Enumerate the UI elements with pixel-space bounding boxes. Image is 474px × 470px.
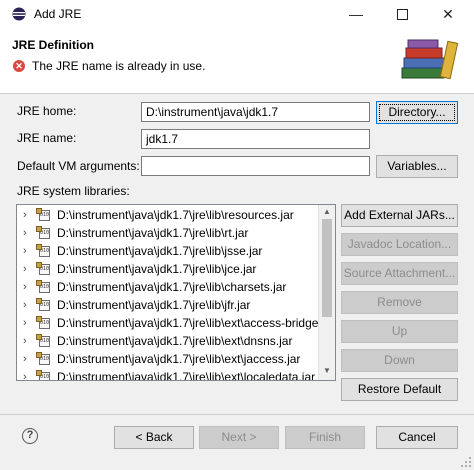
- close-button[interactable]: ✕: [425, 0, 471, 29]
- jre-home-label: JRE home:: [17, 104, 77, 118]
- vm-arguments-label: Default VM arguments:: [17, 159, 140, 173]
- list-item[interactable]: › 010 D:\instrument\java\jdk1.7\jre\lib\…: [17, 369, 317, 381]
- scroll-down-arrow-icon[interactable]: ▼: [323, 366, 331, 375]
- help-icon[interactable]: ?: [22, 428, 38, 444]
- list-item[interactable]: › 010 D:\instrument\java\jdk1.7\jre\lib\…: [17, 351, 317, 369]
- restore-default-button[interactable]: Restore Default: [341, 378, 458, 401]
- library-path: D:\instrument\java\jdk1.7\jre\lib\charse…: [57, 280, 287, 294]
- back-button[interactable]: < Back: [114, 426, 194, 449]
- resize-grip-icon[interactable]: [460, 456, 472, 468]
- list-item[interactable]: › 010 D:\instrument\java\jdk1.7\jre\lib\…: [17, 279, 317, 297]
- finish-button[interactable]: Finish: [285, 426, 365, 449]
- up-button[interactable]: Up: [341, 320, 458, 343]
- window-title: Add JRE: [34, 7, 82, 21]
- scroll-up-arrow-icon[interactable]: ▲: [323, 207, 331, 216]
- list-item[interactable]: › 010 D:\instrument\java\jdk1.7\jre\lib\…: [17, 261, 317, 279]
- books-icon: [401, 39, 459, 80]
- page-title: JRE Definition: [12, 38, 95, 52]
- footer-divider: [0, 414, 474, 415]
- jar-icon: 010: [36, 208, 50, 221]
- library-path: D:\instrument\java\jdk1.7\jre\lib\jce.ja…: [57, 262, 257, 276]
- list-item[interactable]: › 010 D:\instrument\java\jdk1.7\jre\lib\…: [17, 297, 317, 315]
- list-item[interactable]: › 010 D:\instrument\java\jdk1.7\jre\lib\…: [17, 243, 317, 261]
- scrollbar-thumb[interactable]: [322, 219, 332, 317]
- jar-icon: 010: [36, 298, 50, 311]
- variables-button[interactable]: Variables...: [376, 155, 458, 178]
- maximize-button[interactable]: [379, 0, 425, 29]
- minimize-button[interactable]: —: [333, 0, 379, 29]
- jre-home-field[interactable]: D:\instrument\java\jdk1.7: [141, 102, 370, 122]
- directory-button[interactable]: Directory...: [376, 101, 458, 124]
- source-attachment-button[interactable]: Source Attachment...: [341, 262, 458, 285]
- system-libraries-list[interactable]: › 010 D:\instrument\java\jdk1.7\jre\lib\…: [16, 204, 336, 381]
- expand-chevron-icon[interactable]: ›: [23, 227, 27, 239]
- expand-chevron-icon[interactable]: ›: [23, 263, 27, 275]
- expand-chevron-icon[interactable]: ›: [23, 281, 27, 293]
- list-item[interactable]: › 010 D:\instrument\java\jdk1.7\jre\lib\…: [17, 207, 317, 225]
- expand-chevron-icon[interactable]: ›: [23, 299, 27, 311]
- vm-arguments-field[interactable]: [141, 156, 370, 176]
- javadoc-location-button[interactable]: Javadoc Location...: [341, 233, 458, 256]
- library-path: D:\instrument\java\jdk1.7\jre\lib\rt.jar: [57, 226, 249, 240]
- expand-chevron-icon[interactable]: ›: [23, 353, 27, 365]
- jar-icon: 010: [36, 316, 50, 329]
- jar-icon: 010: [36, 334, 50, 347]
- title-bar: Add JRE — ✕: [0, 0, 474, 30]
- error-icon: ✕: [13, 60, 25, 72]
- library-path: D:\instrument\java\jdk1.7\jre\lib\resour…: [57, 208, 294, 222]
- jre-name-field[interactable]: jdk1.7: [141, 129, 370, 149]
- minimize-icon: —: [349, 6, 363, 22]
- jre-name-label: JRE name:: [17, 131, 77, 145]
- expand-chevron-icon[interactable]: ›: [23, 371, 27, 380]
- jar-icon: 010: [36, 262, 50, 275]
- system-libraries-label: JRE system libraries:: [17, 184, 130, 198]
- library-path: D:\instrument\java\jdk1.7\jre\lib\jsse.j…: [57, 244, 263, 258]
- cancel-button[interactable]: Cancel: [376, 426, 458, 449]
- library-path: D:\instrument\java\jdk1.7\jre\lib\ext\ac…: [57, 316, 319, 330]
- jar-icon: 010: [36, 244, 50, 257]
- expand-chevron-icon[interactable]: ›: [23, 335, 27, 347]
- eclipse-app-icon: [12, 7, 26, 21]
- library-path: D:\instrument\java\jdk1.7\jre\lib\ext\lo…: [57, 370, 316, 381]
- jar-icon: 010: [36, 352, 50, 365]
- jar-icon: 010: [36, 280, 50, 293]
- remove-button[interactable]: Remove: [341, 291, 458, 314]
- expand-chevron-icon[interactable]: ›: [23, 209, 27, 221]
- library-path: D:\instrument\java\jdk1.7\jre\lib\jfr.ja…: [57, 298, 251, 312]
- close-icon: ✕: [442, 6, 454, 22]
- list-item[interactable]: › 010 D:\instrument\java\jdk1.7\jre\lib\…: [17, 225, 317, 243]
- next-button[interactable]: Next >: [199, 426, 279, 449]
- expand-chevron-icon[interactable]: ›: [23, 245, 27, 257]
- down-button[interactable]: Down: [341, 349, 458, 372]
- add-external-jars-button[interactable]: Add External JARs...: [341, 204, 458, 227]
- error-message: The JRE name is already in use.: [32, 59, 206, 73]
- library-path: D:\instrument\java\jdk1.7\jre\lib\ext\dn…: [57, 334, 293, 348]
- library-path: D:\instrument\java\jdk1.7\jre\lib\ext\ja…: [57, 352, 301, 366]
- libraries-scrollbar[interactable]: ▲ ▼: [318, 205, 335, 380]
- maximize-icon: [396, 8, 408, 20]
- list-item[interactable]: › 010 D:\instrument\java\jdk1.7\jre\lib\…: [17, 315, 319, 333]
- expand-chevron-icon[interactable]: ›: [23, 317, 27, 329]
- jar-icon: 010: [36, 226, 50, 239]
- list-item[interactable]: › 010 D:\instrument\java\jdk1.7\jre\lib\…: [17, 333, 317, 351]
- jar-icon: 010: [36, 370, 50, 380]
